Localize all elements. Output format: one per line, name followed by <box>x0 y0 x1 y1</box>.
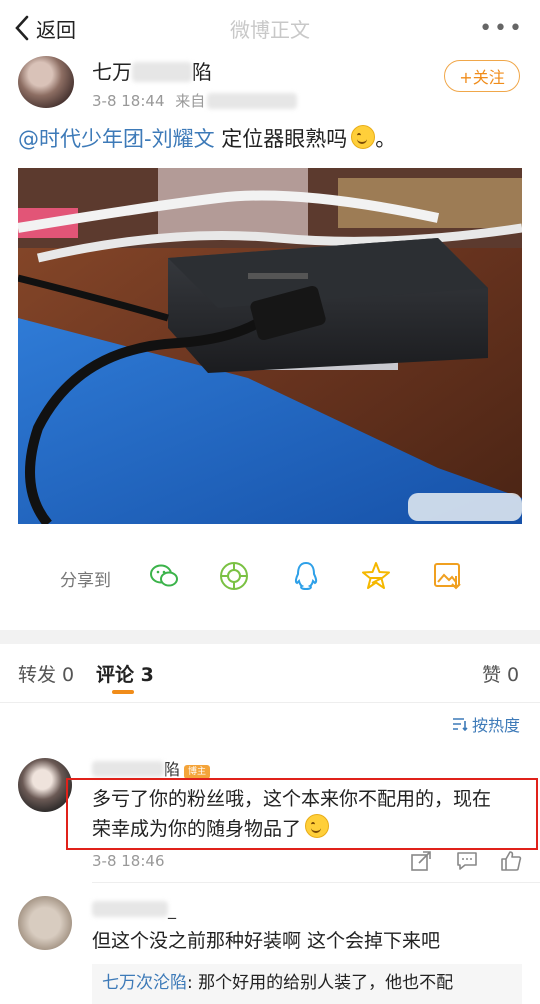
post-text: 定位器眼熟吗 <box>214 127 348 151</box>
tab-repost[interactable]: 转发 0 <box>18 660 74 687</box>
comment-author[interactable]: 陷博主 <box>92 756 211 780</box>
follow-button[interactable]: +关注 <box>444 60 520 92</box>
poster-name-visible: 七万 <box>92 60 132 84</box>
comment-author-tail: _ <box>168 900 176 919</box>
save-image-icon[interactable] <box>432 560 464 592</box>
poster-avatar[interactable] <box>18 56 74 108</box>
tab-likes[interactable]: 赞 0 <box>482 660 519 687</box>
poster-name-tail: 陷 <box>192 60 212 84</box>
post-meta: 3-8 18:44 来自 <box>92 90 298 111</box>
page-title: 微博正文 <box>230 18 310 42</box>
post-body: @时代少年团-刘耀文 定位器眼熟吗 。 <box>18 124 528 154</box>
moments-icon[interactable] <box>218 560 250 592</box>
redacted-name-blur <box>132 62 192 82</box>
smile-emoji-icon <box>305 814 330 838</box>
comment-text-line2: 荣幸成为你的随身物品了 <box>92 818 302 840</box>
section-divider <box>0 630 540 644</box>
comment-avatar[interactable] <box>18 896 72 950</box>
comment-avatar[interactable] <box>18 758 72 812</box>
redacted-commenter-blur <box>92 761 164 777</box>
comment-text: 多亏了你的粉丝哦，这个本来你不配用的，现在 荣幸成为你的随身物品了 <box>92 784 491 844</box>
nested-reply: 七万次沦陷: 那个好用的给别人装了，他也不配 <box>102 968 453 993</box>
comment-author-tail: 陷 <box>164 760 181 779</box>
comment-time: 3-8 18:46 <box>92 852 165 870</box>
comment-separator <box>92 882 540 883</box>
author-badge: 博主 <box>184 765 211 779</box>
post-source-prefix: 来自 <box>175 92 206 110</box>
reply-author-link[interactable]: 七万次沦陷 <box>102 973 187 993</box>
comment-text-line1: 多亏了你的粉丝哦，这个本来你不配用的，现在 <box>92 788 492 810</box>
post-time: 3-8 18:44 <box>92 92 165 110</box>
reply-comment-icon[interactable] <box>456 850 478 872</box>
photo-illustration <box>18 168 522 524</box>
like-comment-icon[interactable] <box>500 850 522 872</box>
sort-label: 按热度 <box>472 716 521 735</box>
qzone-icon[interactable] <box>360 560 392 592</box>
comment-text: 但这个没之前那种好装啊 这个会掉下来吧 <box>92 930 441 952</box>
more-options-icon[interactable]: ••• <box>479 16 524 41</box>
sort-by-hot-button[interactable]: 按热度 <box>452 712 520 736</box>
comment-author[interactable]: _ <box>92 900 176 919</box>
share-comment-icon[interactable] <box>410 850 432 872</box>
redacted-commenter-blur <box>92 901 168 917</box>
post-photo[interactable] <box>18 168 522 524</box>
smile-emoji-icon <box>351 125 376 149</box>
active-tab-indicator <box>112 690 134 694</box>
tab-comments[interactable]: 评论 3 <box>96 660 154 687</box>
post-text-end: 。 <box>375 127 397 151</box>
qq-icon[interactable] <box>290 560 322 592</box>
mention-link[interactable]: @时代少年团-刘耀文 <box>18 127 215 151</box>
sort-icon <box>453 718 468 732</box>
share-label: 分享到 <box>60 571 111 591</box>
reply-text: : 那个好用的给别人装了，他也不配 <box>187 973 454 993</box>
poster-name[interactable]: 七万 陷 <box>92 56 212 85</box>
redacted-source-blur <box>207 93 298 109</box>
tab-divider <box>0 702 540 703</box>
wechat-icon[interactable] <box>148 560 180 592</box>
